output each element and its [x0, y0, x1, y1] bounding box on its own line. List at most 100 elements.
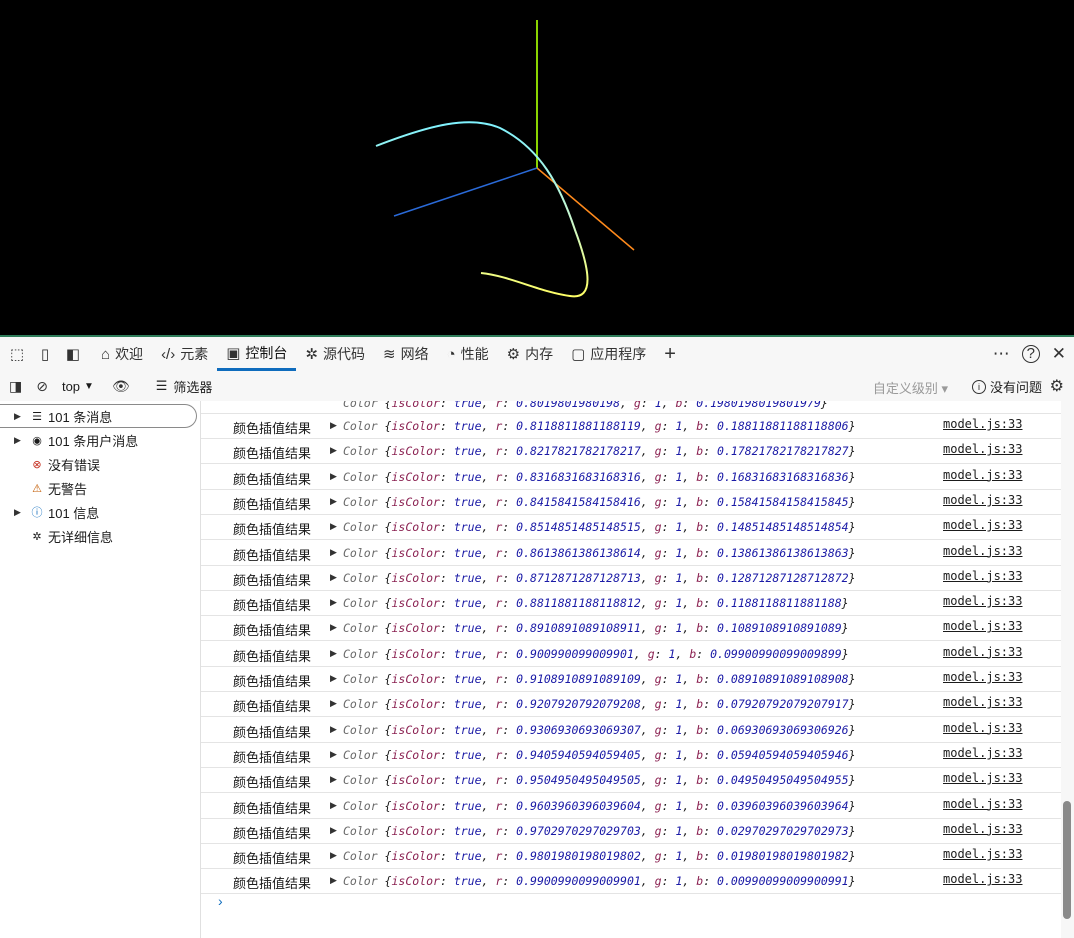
tab-3[interactable]: ✲ 源代码	[296, 337, 374, 371]
color-object[interactable]: Color {isColor: true, r: 0.9900990099009…	[343, 874, 856, 888]
tab-7[interactable]: ▢ 应用程序	[562, 337, 655, 371]
expand-arrow-icon[interactable]: ▶	[330, 547, 337, 558]
clear-console-icon[interactable]: ⊘	[36, 378, 48, 395]
color-object[interactable]: Color {isColor: true, r: 0.9504950495049…	[343, 773, 856, 787]
value-b: 0.15841584158415845	[717, 494, 849, 509]
log-label: 颜色插值结果	[233, 598, 312, 614]
expand-arrow-icon[interactable]: ▶	[330, 445, 337, 456]
color-object[interactable]: Color {isColor: true, r: 0.8217821782178…	[343, 444, 856, 458]
key-iscolor: isColor	[391, 697, 440, 712]
expand-arrow-icon[interactable]: ▶	[330, 724, 337, 735]
color-object[interactable]: Color {isColor: true, r: 0.8316831683168…	[343, 470, 856, 484]
sidebar-item-0[interactable]: ▶ ☰ 101 条消息	[0, 404, 197, 428]
expand-arrow-icon[interactable]: ▶	[330, 850, 337, 861]
sidebar-item-2[interactable]: ⊗ 没有错误	[0, 452, 200, 476]
source-link[interactable]: model.js:33	[943, 797, 1022, 811]
color-object[interactable]: Color {isColor: true, r: 0.8910891089108…	[343, 621, 849, 635]
expand-arrow-icon[interactable]: ▶	[330, 698, 337, 709]
console-scrollbar[interactable]	[1061, 401, 1074, 938]
expand-arrow-icon[interactable]: ▶	[330, 521, 337, 532]
expand-arrow-icon[interactable]: ▶	[330, 648, 337, 659]
source-link[interactable]: model.js:33	[943, 847, 1022, 861]
color-object[interactable]: Color {isColor: true, r: 0.9108910891089…	[343, 672, 856, 686]
close-icon[interactable]: ✕	[1052, 344, 1066, 364]
context-selector[interactable]: top ▼	[62, 379, 94, 394]
expand-arrow-icon[interactable]: ▶	[14, 435, 21, 446]
more-icon[interactable]: ⋯	[993, 344, 1010, 364]
expand-arrow-icon[interactable]: ▶	[330, 420, 337, 431]
filter-button[interactable]: ☰ 筛选器	[156, 377, 213, 396]
log-levels-dropdown[interactable]: 自定义级别 ▾	[873, 378, 948, 397]
expand-arrow-icon[interactable]: ▶	[330, 496, 337, 507]
tab-4[interactable]: ≋ 网络	[374, 337, 438, 371]
color-object[interactable]: Color {isColor: true, r: 0.8811881188118…	[343, 596, 849, 610]
source-link[interactable]: model.js:33	[943, 468, 1022, 482]
source-link[interactable]: model.js:33	[943, 594, 1022, 608]
tab-5[interactable]: ◔ 性能	[438, 337, 498, 371]
source-link[interactable]: model.js:33	[943, 771, 1022, 785]
scrollbar-thumb[interactable]	[1063, 801, 1071, 919]
source-link[interactable]: model.js:33	[943, 695, 1022, 709]
source-link[interactable]: model.js:33	[943, 822, 1022, 836]
expand-arrow-icon[interactable]: ▶	[330, 749, 337, 760]
color-object[interactable]: Color {isColor: true, r: 0.9009900990099…	[343, 647, 849, 661]
sidebar-item-3[interactable]: ⚠ 无警告	[0, 476, 200, 500]
color-object[interactable]: Color {isColor: true, r: 0.9801980198019…	[343, 849, 856, 863]
expand-arrow-icon[interactable]: ▶	[330, 622, 337, 633]
sidebar-toggle-icon[interactable]: ◨	[9, 378, 22, 395]
color-object[interactable]: Color {isColor: true, r: 0.9603960396039…	[343, 799, 856, 813]
color-object[interactable]: Color {isColor: true, r: 0.9405940594059…	[343, 748, 856, 762]
gear-icon[interactable]: ⚙	[1050, 376, 1064, 396]
source-link[interactable]: model.js:33	[943, 670, 1022, 684]
source-link[interactable]: model.js:33	[943, 493, 1022, 507]
expand-arrow-icon[interactable]: ▶	[330, 572, 337, 583]
color-object[interactable]: Color {isColor: true, r: 0.9207920792079…	[343, 697, 856, 711]
source-link[interactable]: model.js:33	[943, 518, 1022, 532]
color-object[interactable]: Color {isColor: true, r: 0.8613861386138…	[343, 546, 856, 560]
console-prompt[interactable]: ›	[218, 893, 223, 909]
webgl-canvas[interactable]	[0, 0, 1074, 335]
inspect-icon[interactable]: ⬚	[6, 343, 28, 365]
value-r: 0.8910891089108911	[516, 621, 641, 636]
expand-arrow-icon[interactable]: ▶	[330, 597, 337, 608]
source-link[interactable]: model.js:33	[943, 619, 1022, 633]
dock-side-icon[interactable]: ◧	[62, 343, 84, 365]
source-link[interactable]: model.js:33	[943, 442, 1022, 456]
expand-arrow-icon[interactable]: ▶	[330, 800, 337, 811]
expand-arrow-icon[interactable]: ▶	[330, 774, 337, 785]
source-link[interactable]: model.js:33	[943, 569, 1022, 583]
tab-2[interactable]: ▣ 控制台	[217, 337, 297, 371]
value-g: 1	[675, 494, 683, 509]
source-link[interactable]: model.js:33	[943, 544, 1022, 558]
sidebar-item-4[interactable]: ▶ ⓘ 101 信息	[0, 500, 200, 524]
expand-arrow-icon[interactable]: ▶	[330, 825, 337, 836]
color-object[interactable]: Color {isColor: true, r: 0.8514851485148…	[343, 520, 856, 534]
val-true: true	[453, 469, 482, 484]
source-link[interactable]: model.js:33	[943, 746, 1022, 760]
color-object[interactable]: Color {isColor: true, r: 0.8712871287128…	[343, 571, 856, 585]
help-icon[interactable]: ?	[1021, 345, 1040, 363]
sidebar-item-1[interactable]: ▶ ◉ 101 条用户消息	[0, 428, 200, 452]
add-tab-button[interactable]: +	[655, 337, 685, 371]
value-b: 0.16831683168316836	[717, 469, 849, 484]
expand-arrow-icon[interactable]: ▶	[14, 507, 21, 518]
live-expression-icon[interactable]: 👁	[112, 378, 130, 395]
tab-0[interactable]: ⌂ 欢迎	[92, 337, 152, 371]
color-object[interactable]: Color {isColor: true, r: 0.8415841584158…	[343, 495, 856, 509]
device-emulation-icon[interactable]: ▯	[34, 343, 56, 365]
tab-6[interactable]: ⚙ 内存	[498, 337, 562, 371]
expand-arrow-icon[interactable]: ▶	[330, 471, 337, 482]
sidebar-item-5[interactable]: ✲ 无详细信息	[0, 524, 200, 548]
color-object[interactable]: Color {isColor: true, r: 0.9702970297029…	[343, 824, 856, 838]
expand-arrow-icon[interactable]: ▶	[330, 875, 337, 886]
source-link[interactable]: model.js:33	[943, 645, 1022, 659]
expand-arrow-icon[interactable]: ▶	[14, 411, 21, 422]
issues-button[interactable]: i 没有问题	[971, 377, 1042, 396]
source-link[interactable]: model.js:33	[943, 417, 1022, 431]
source-link[interactable]: model.js:33	[943, 872, 1022, 886]
color-object[interactable]: Color {isColor: true, r: 0.9306930693069…	[343, 723, 856, 737]
color-object[interactable]: Color {isColor: true, r: 0.8118811881188…	[343, 419, 856, 433]
source-link[interactable]: model.js:33	[943, 721, 1022, 735]
expand-arrow-icon[interactable]: ▶	[330, 673, 337, 684]
tab-1[interactable]: ‹/› 元素	[152, 337, 217, 371]
